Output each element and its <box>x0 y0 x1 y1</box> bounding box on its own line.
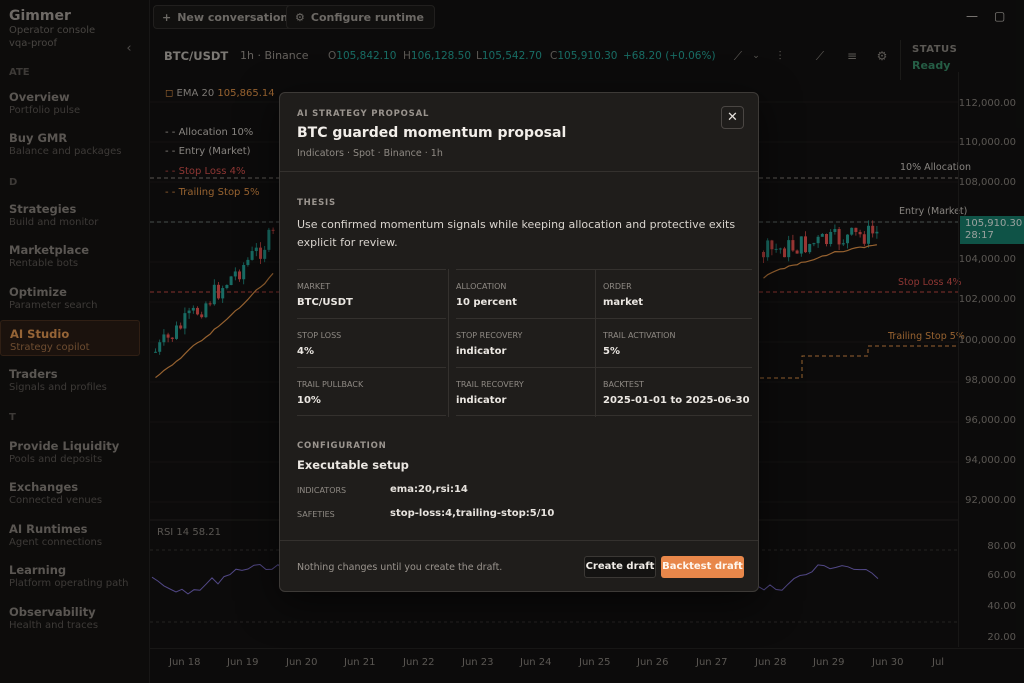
field-allocation: ALLOCATION 10 percent <box>456 269 605 318</box>
field-key: MARKET <box>297 282 331 291</box>
configuration-label: CONFIGURATION <box>297 441 387 451</box>
field-key: ALLOCATION <box>456 282 507 291</box>
field-value: indicator <box>456 395 507 406</box>
indicators-label: INDICATORS <box>297 486 347 495</box>
field-trail-pullback: TRAIL PULLBACK 10% <box>297 367 446 416</box>
thesis-label: THESIS <box>297 198 336 208</box>
field-value: 5% <box>603 346 620 357</box>
field-value: 10% <box>297 395 321 406</box>
backtest-draft-button[interactable]: Backtest draft <box>661 556 744 578</box>
indicators-value: ema:20,rsi:14 <box>390 484 468 495</box>
field-key: STOP LOSS <box>297 331 342 340</box>
strategy-proposal-dialog: AI STRATEGY PROPOSAL BTC guarded momentu… <box>279 92 759 592</box>
dialog-kicker: AI STRATEGY PROPOSAL <box>297 109 430 119</box>
dialog-subtitle: Indicators · Spot · Binance · 1h <box>297 148 443 159</box>
field-value: 10 percent <box>456 297 517 308</box>
create-draft-button[interactable]: Create draft <box>584 556 656 578</box>
divider <box>280 540 758 541</box>
field-trail-activation: TRAIL ACTIVATION 5% <box>603 318 752 367</box>
proposal-fields: MARKET BTC/USDT ALLOCATION 10 percent ORDE… <box>297 269 752 419</box>
close-icon[interactable]: ✕ <box>721 106 744 129</box>
field-trail-recovery: TRAIL RECOVERY indicator <box>456 367 605 416</box>
field-key: TRAIL ACTIVATION <box>603 331 676 340</box>
field-value: 2025-01-01 to 2025-06-30 <box>603 395 750 406</box>
field-value: market <box>603 297 644 308</box>
field-market: MARKET BTC/USDT <box>297 269 446 318</box>
thesis-text: Use confirmed momentum signals while kee… <box>297 218 736 249</box>
field-stop-recovery: STOP RECOVERY indicator <box>456 318 605 367</box>
field-stop-loss: STOP LOSS 4% <box>297 318 446 367</box>
field-key: TRAIL PULLBACK <box>297 380 364 389</box>
safeties-label: SAFETIES <box>297 510 335 519</box>
field-value: BTC/USDT <box>297 297 353 308</box>
footer-note: Nothing changes until you create the dra… <box>297 562 503 573</box>
safeties-value: stop-loss:4,trailing-stop:5/10 <box>390 508 555 519</box>
divider <box>280 171 758 172</box>
configuration-title: Executable setup <box>297 458 409 472</box>
divider <box>595 269 596 417</box>
field-order: ORDER market <box>603 269 752 318</box>
field-value: indicator <box>456 346 507 357</box>
divider <box>448 269 449 417</box>
field-key: BACKTEST <box>603 380 644 389</box>
field-key: ORDER <box>603 282 632 291</box>
field-value: 4% <box>297 346 314 357</box>
dialog-title: BTC guarded momentum proposal <box>297 125 567 141</box>
field-backtest: BACKTEST 2025-01-01 to 2025-06-30 <box>603 367 752 416</box>
field-key: STOP RECOVERY <box>456 331 523 340</box>
field-key: TRAIL RECOVERY <box>456 380 524 389</box>
